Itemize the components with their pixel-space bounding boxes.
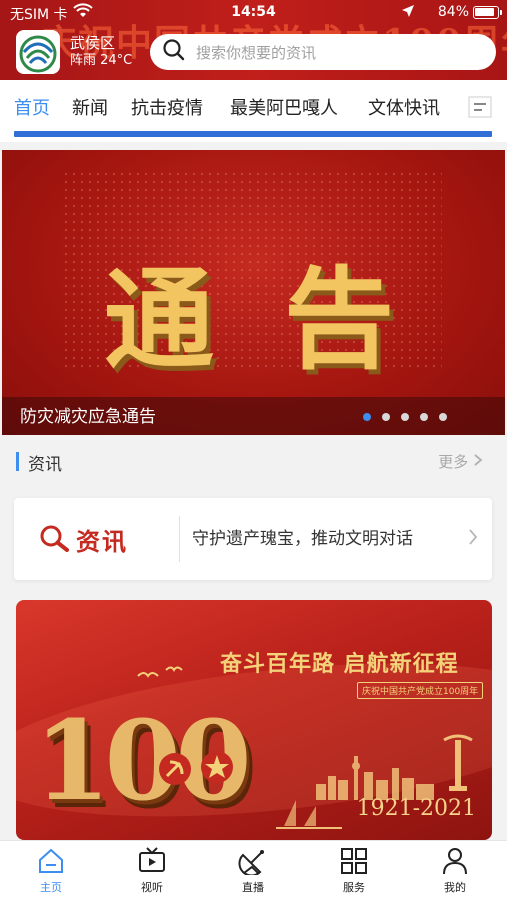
tab-underline (14, 131, 492, 137)
bottom-nav: 主页 视听 直播 服务 我的 (0, 840, 507, 900)
tab-culture-sports[interactable]: 文体快讯 (368, 94, 440, 120)
sailboats-icon (274, 796, 344, 836)
poster-title: 奋斗百年路 启航新征程 (220, 651, 459, 677)
tab-news[interactable]: 新闻 (72, 94, 108, 120)
nav-media-label: 视听 (141, 881, 163, 894)
news-card[interactable]: 资讯 守护遗产瑰宝，推动文明对话 (14, 498, 492, 580)
section-title: 资讯 (28, 455, 62, 475)
news-headline: 守护遗产瑰宝，推动文明对话 (192, 529, 413, 549)
pager-dot[interactable] (420, 413, 428, 421)
pager-dot[interactable] (382, 413, 390, 421)
news-logo-text: 资讯 (76, 528, 128, 556)
tab-epidemic[interactable]: 抗击疫情 (131, 94, 203, 120)
nav-live[interactable]: 直播 (213, 847, 293, 895)
tab-people[interactable]: 最美阿巴嘎人 (230, 94, 338, 120)
search-icon (162, 38, 186, 66)
nav-home[interactable]: 主页 (11, 847, 91, 895)
news-logo: 资讯 (38, 522, 128, 557)
nav-profile[interactable]: 我的 (415, 847, 495, 895)
party-emblem-icon (158, 752, 192, 790)
huabiao-pillar-icon (440, 732, 476, 796)
news-divider (179, 516, 180, 562)
battery-icon (473, 6, 502, 19)
tv-icon (112, 847, 192, 875)
poster-subtitle: 庆祝中国共产党成立100周年 (357, 682, 484, 699)
magnifier-icon (38, 523, 70, 557)
nav-services[interactable]: 服务 (314, 847, 394, 895)
more-label: 更多 (438, 453, 469, 471)
hero-char-right: 告 (284, 256, 394, 384)
app-screen: 庆祝中国共产党成立100周年 无SIM 卡 14:54 84% 武侯区 阵雨 2 (0, 0, 507, 900)
star-icon (200, 750, 234, 788)
poster-years: 1921-2021 (356, 796, 476, 821)
search-input[interactable]: 搜索你想要的资讯 (150, 34, 496, 70)
pager-dot[interactable] (363, 413, 371, 421)
tab-home[interactable]: 首页 (14, 94, 50, 120)
grid-icon (314, 847, 394, 875)
search-placeholder: 搜索你想要的资讯 (196, 43, 317, 62)
weather-widget[interactable]: 武侯区 阵雨 24°C (70, 34, 132, 70)
pager-dot[interactable] (439, 413, 447, 421)
satellite-dish-icon (213, 847, 293, 875)
hero-char-left: 通 (104, 256, 214, 384)
nav-live-label: 直播 (242, 881, 264, 894)
location-arrow-icon (401, 4, 415, 22)
more-link[interactable]: 更多 (438, 451, 483, 472)
nav-home-label: 主页 (40, 881, 62, 894)
status-bar: 无SIM 卡 14:54 84% (0, 0, 507, 26)
pager-dot[interactable] (401, 413, 409, 421)
person-icon (415, 847, 495, 875)
nav-media[interactable]: 视听 (112, 847, 192, 895)
status-time: 14:54 (231, 4, 276, 20)
chevron-right-icon (468, 528, 478, 550)
section-header-news: 资讯 更多 (0, 437, 507, 487)
birds-icon (136, 662, 196, 690)
district-label: 武侯区 (70, 34, 116, 52)
nav-profile-label: 我的 (444, 881, 466, 894)
tab-menu-icon[interactable] (468, 96, 492, 118)
header: 庆祝中国共产党成立100周年 无SIM 卡 14:54 84% 武侯区 阵雨 2 (0, 0, 507, 80)
hero-caption: 防灾减灾应急通告 (20, 407, 156, 427)
hero-banner[interactable]: 通 告 防灾减灾应急通告 (2, 150, 505, 435)
section-accent-bar (16, 452, 19, 471)
carousel-pager (363, 413, 447, 421)
home-icon (11, 847, 91, 875)
anniversary-poster[interactable]: 奋斗百年路 启航新征程 庆祝中国共产党成立100周年 100 1921-2021 (16, 600, 492, 840)
chevron-right-icon (473, 453, 483, 471)
nav-services-label: 服务 (343, 881, 365, 894)
weather-label: 阵雨 24°C (70, 53, 133, 68)
app-logo[interactable] (16, 30, 60, 74)
battery-percent: 84% (437, 4, 469, 20)
